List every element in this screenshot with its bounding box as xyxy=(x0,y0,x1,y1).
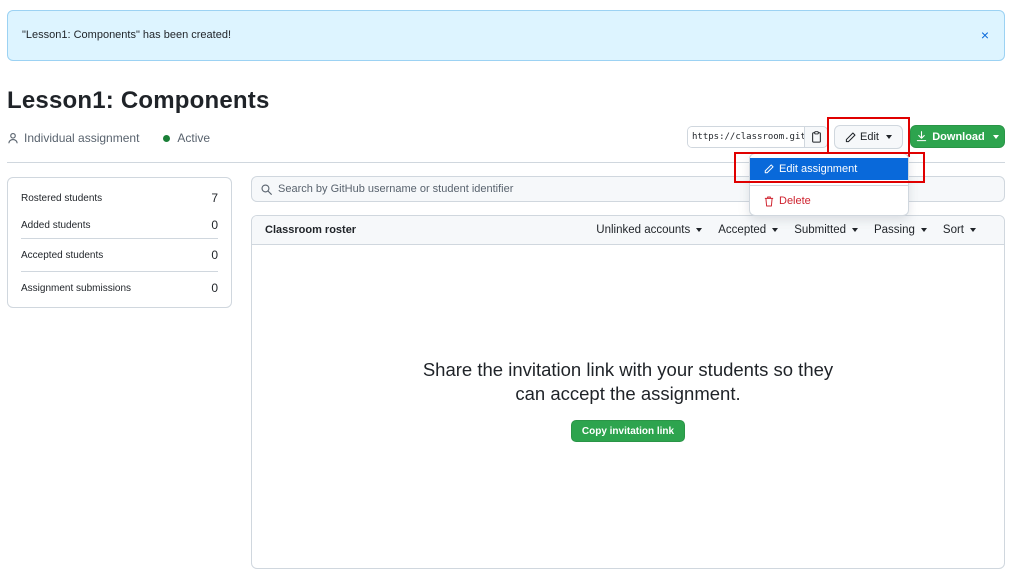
filter-sort[interactable]: Sort xyxy=(943,224,976,236)
stat-label: Accepted students xyxy=(21,249,104,261)
flash-message: "Lesson1: Components" has been created! xyxy=(22,29,231,41)
filter-label: Sort xyxy=(942,224,964,236)
copy-url-button[interactable] xyxy=(805,127,827,147)
roster-header: Classroom roster Unlinked accounts Accep… xyxy=(252,216,1004,245)
caret-down-icon xyxy=(920,228,927,232)
caret-down-icon xyxy=(970,228,976,232)
stat-added: Added students 0 xyxy=(21,212,218,238)
caret-down-icon xyxy=(696,228,703,232)
empty-state-message: Share the invitation link with your stud… xyxy=(422,359,834,404)
download-icon xyxy=(917,131,927,142)
stats-panel: Rostered students 7 Added students 0 Acc… xyxy=(7,177,232,308)
menu-item-delete[interactable]: Delete xyxy=(750,190,908,212)
flash-banner: "Lesson1: Components" has been created! … xyxy=(7,10,1005,61)
stat-label: Added students xyxy=(21,219,91,231)
status-dot-icon xyxy=(163,134,171,142)
pencil-icon xyxy=(845,132,856,142)
search-icon xyxy=(261,183,272,195)
stat-accepted: Accepted students 0 xyxy=(21,238,218,271)
stat-value: 0 xyxy=(211,248,218,262)
stat-submissions: Assignment submissions 0 xyxy=(21,271,218,304)
empty-state: Share the invitation link with your stud… xyxy=(252,358,1004,442)
assignment-type: Individual assignment xyxy=(24,131,140,145)
person-icon xyxy=(8,132,18,144)
trash-icon xyxy=(764,196,774,206)
filter-submitted[interactable]: Submitted xyxy=(794,224,858,236)
menu-item-label: Edit assignment xyxy=(779,163,858,175)
stat-rostered: Rostered students 7 xyxy=(21,178,218,212)
caret-down-icon xyxy=(885,135,892,139)
menu-item-label: Delete xyxy=(779,195,811,207)
assignment-meta: Individual assignment Active xyxy=(7,130,210,146)
clipboard-icon xyxy=(811,131,821,143)
edit-dropdown-menu: Edit assignment Delete xyxy=(749,153,909,216)
filter-label: Passing xyxy=(873,224,915,236)
pencil-icon xyxy=(764,164,774,174)
filter-accepted[interactable]: Accepted xyxy=(718,224,779,236)
stat-value: 0 xyxy=(211,281,218,295)
copy-invitation-link-button[interactable]: Copy invitation link xyxy=(570,420,686,442)
filter-label: Submitted xyxy=(794,224,846,236)
classroom-roster: Classroom roster Unlinked accounts Accep… xyxy=(251,215,1005,569)
page-title: Lesson1: Components xyxy=(7,87,270,114)
caret-down-icon xyxy=(992,134,999,139)
edit-button-label: Edit xyxy=(860,131,879,143)
download-button[interactable]: Download xyxy=(910,125,1005,148)
status-label: Active xyxy=(177,131,211,145)
invite-url-field[interactable]: https://classroom.github.com/a/... xyxy=(688,127,805,147)
edit-button[interactable]: Edit xyxy=(834,125,903,149)
stat-value: 7 xyxy=(211,191,218,205)
filter-unlinked-accounts[interactable]: Unlinked accounts xyxy=(596,224,703,236)
stat-value: 0 xyxy=(211,218,218,232)
stat-label: Rostered students xyxy=(21,192,103,204)
filter-passing[interactable]: Passing xyxy=(874,224,927,236)
download-button-label: Download xyxy=(932,130,985,143)
menu-divider xyxy=(750,185,908,186)
stat-label: Assignment submissions xyxy=(21,282,132,294)
invite-url-group: https://classroom.github.com/a/... xyxy=(687,126,828,148)
caret-down-icon xyxy=(851,228,858,232)
roster-title: Classroom roster xyxy=(265,224,357,236)
caret-down-icon xyxy=(772,228,779,232)
menu-item-edit-assignment[interactable]: Edit assignment xyxy=(750,158,908,180)
filter-label: Unlinked accounts xyxy=(596,224,691,236)
filter-label: Accepted xyxy=(718,224,767,236)
close-icon[interactable]: × xyxy=(977,27,993,43)
